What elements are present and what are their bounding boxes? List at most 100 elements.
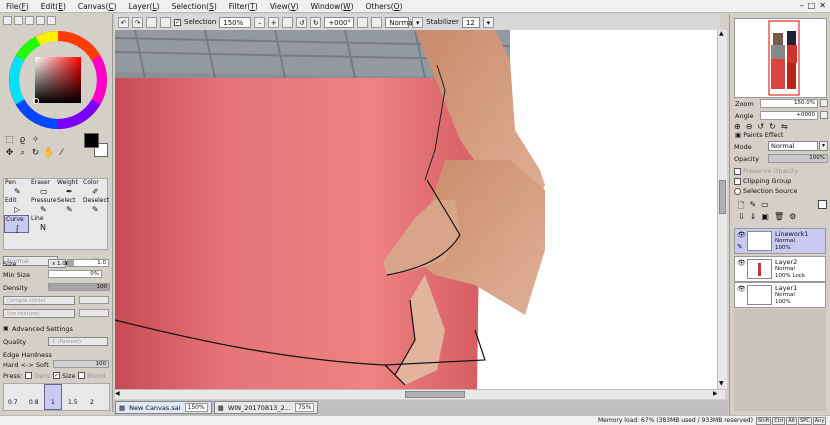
- color-wheel[interactable]: [8, 30, 108, 130]
- layer-mode-dropdown-icon[interactable]: ▾: [819, 141, 828, 151]
- zoom-field[interactable]: 150%: [219, 16, 252, 28]
- nav-zoom-in-icon[interactable]: ⊕: [734, 122, 741, 131]
- rotation-field[interactable]: +000°: [324, 16, 355, 28]
- rotate-right-button[interactable]: ↻: [310, 16, 322, 28]
- preset-4[interactable]: 2: [90, 399, 94, 406]
- edit-tool[interactable]: Edit ▷: [4, 197, 29, 215]
- preset-0[interactable]: 0.7: [8, 399, 18, 406]
- pen-tool[interactable]: Pen ✎: [4, 179, 29, 197]
- rgb-slider-tab[interactable]: [14, 16, 23, 25]
- vertical-scrollbar[interactable]: ▲ ▼: [717, 30, 727, 389]
- brush-shape-select[interactable]: (simple circle): [3, 296, 75, 305]
- layer-layer1[interactable]: 👁 Layer1 Normal 100%: [734, 282, 826, 308]
- redo-button[interactable]: ↷: [132, 16, 143, 28]
- nav-angle-reset-button[interactable]: [820, 111, 828, 119]
- selection-checkbox[interactable]: ✓: [174, 18, 181, 26]
- zoom-in-button[interactable]: +: [268, 16, 280, 28]
- eye-icon[interactable]: 👁: [737, 231, 746, 239]
- rotate-left-button[interactable]: ↺: [296, 16, 308, 28]
- layer-layer2[interactable]: 👁 Layer2 Normal 100% Lock: [734, 256, 826, 282]
- flip-button[interactable]: [371, 16, 383, 28]
- blend-dropdown-icon[interactable]: ▾: [412, 16, 424, 28]
- rect-select-icon[interactable]: ⬚: [4, 135, 15, 146]
- scratchpad-tab[interactable]: [47, 16, 56, 25]
- preset-1[interactable]: 0.8: [29, 399, 39, 406]
- menu-edit[interactable]: Edit(E): [41, 2, 66, 11]
- layer-opacity-slider[interactable]: 100%: [768, 154, 828, 163]
- menu-file[interactable]: File(F): [6, 2, 29, 11]
- size-press-checkbox[interactable]: ✓: [53, 372, 60, 379]
- nav-rotate-right-icon[interactable]: ↻: [769, 122, 776, 131]
- layer-properties-icon[interactable]: ⚙: [789, 212, 796, 221]
- transfer-down-icon[interactable]: ⇩: [738, 212, 745, 221]
- preset-3[interactable]: 1.5: [68, 399, 78, 406]
- undo-button[interactable]: ↶: [118, 16, 129, 28]
- weight-tool[interactable]: Weight ✒: [56, 179, 81, 197]
- menu-others[interactable]: Others(O): [366, 2, 403, 11]
- pressure-tool[interactable]: Pressure ✎: [30, 197, 57, 215]
- hsv-slider-tab[interactable]: [25, 16, 34, 25]
- select-tool[interactable]: Select ✎: [56, 197, 81, 215]
- nav-flip-icon[interactable]: ⇋: [781, 122, 788, 131]
- lasso-icon[interactable]: ϱ: [17, 135, 28, 146]
- eyedropper-icon[interactable]: ⁄: [56, 148, 67, 159]
- clipping-group-checkbox[interactable]: [734, 178, 741, 185]
- maximize-button[interactable]: □: [808, 1, 816, 10]
- rotate-reset-button[interactable]: [357, 16, 369, 28]
- deselect-toolbar-button[interactable]: [146, 16, 157, 28]
- menu-filter[interactable]: Filter(T): [229, 2, 258, 11]
- eye-icon[interactable]: 👁: [737, 285, 746, 293]
- tab-win-capture[interactable]: ▦ WIN_20170813_2... 75%: [213, 401, 319, 414]
- tab-new-canvas[interactable]: ▦ New Canvas.sai 150%: [115, 401, 212, 414]
- clear-layer-icon[interactable]: ▣: [761, 212, 769, 221]
- preserve-opacity-checkbox[interactable]: [734, 168, 741, 175]
- nav-angle-slider[interactable]: +0000: [760, 111, 818, 120]
- nav-zoom-out-icon[interactable]: ⊖: [746, 122, 753, 131]
- quality-select[interactable]: 1 (Fastest): [48, 337, 108, 346]
- color-tool[interactable]: Color ✐: [82, 179, 107, 197]
- navigator-preview[interactable]: [734, 18, 827, 98]
- stabilizer-select[interactable]: 12: [461, 16, 480, 28]
- layer-mode-select[interactable]: Normal: [768, 141, 818, 151]
- preset-2[interactable]: 1: [51, 399, 55, 406]
- minimize-button[interactable]: –: [800, 1, 804, 10]
- vertical-scroll-thumb[interactable]: [719, 180, 726, 214]
- layer-linework1[interactable]: 👁 ✎ Linework1 Normal 100%: [734, 228, 826, 254]
- menu-view[interactable]: View(V): [270, 2, 299, 11]
- eraser-tool[interactable]: Eraser ▭: [30, 179, 55, 197]
- layer-mask-button[interactable]: [818, 200, 827, 209]
- delete-layer-icon[interactable]: 🗑: [774, 212, 784, 221]
- selection-source-checkbox[interactable]: [734, 188, 741, 195]
- advanced-settings-header[interactable]: ▣ Advanced Settings: [3, 325, 110, 335]
- nav-rotate-left-icon[interactable]: ↺: [757, 122, 764, 131]
- deselect-tool[interactable]: Deselect ✎: [82, 197, 109, 215]
- zoom-icon[interactable]: ⌕: [17, 148, 28, 159]
- nav-zoom-reset-button[interactable]: [820, 99, 828, 107]
- menu-selection[interactable]: Selection(S): [172, 2, 217, 11]
- stabilizer-dropdown-icon[interactable]: ▾: [482, 16, 494, 28]
- menu-window[interactable]: Window(W): [311, 2, 354, 11]
- color-wheel-tab[interactable]: [3, 16, 12, 25]
- zoom-reset-button[interactable]: [282, 16, 294, 28]
- blend-mode-select[interactable]: Normal: [385, 16, 415, 28]
- zoom-out-button[interactable]: –: [254, 16, 266, 28]
- line-tool[interactable]: Line N: [30, 215, 55, 233]
- merge-down-icon[interactable]: ⇓: [750, 212, 757, 221]
- min-size-slider[interactable]: 0%: [48, 270, 102, 278]
- rotate-icon[interactable]: ↻: [30, 148, 41, 159]
- hand-icon[interactable]: ✋: [43, 148, 54, 159]
- canvas[interactable]: [115, 30, 720, 389]
- horizontal-scrollbar[interactable]: ◀ ▶: [115, 389, 725, 399]
- menu-layer[interactable]: Layer(L): [129, 2, 160, 11]
- menu-canvas[interactable]: Canvas(C): [78, 2, 117, 11]
- size-multiplier[interactable]: x 1.0: [48, 259, 66, 268]
- brush-texture-select[interactable]: (no texture): [3, 309, 75, 318]
- density-slider[interactable]: 100: [48, 283, 110, 291]
- blend-checkbox[interactable]: [78, 372, 85, 379]
- dens-checkbox[interactable]: [25, 372, 32, 379]
- shape-strength[interactable]: [79, 296, 109, 304]
- move-icon[interactable]: ✥: [4, 148, 15, 159]
- magic-wand-icon[interactable]: ✧: [30, 135, 41, 146]
- invert-selection-button[interactable]: [160, 16, 171, 28]
- close-button[interactable]: ✕: [819, 1, 826, 10]
